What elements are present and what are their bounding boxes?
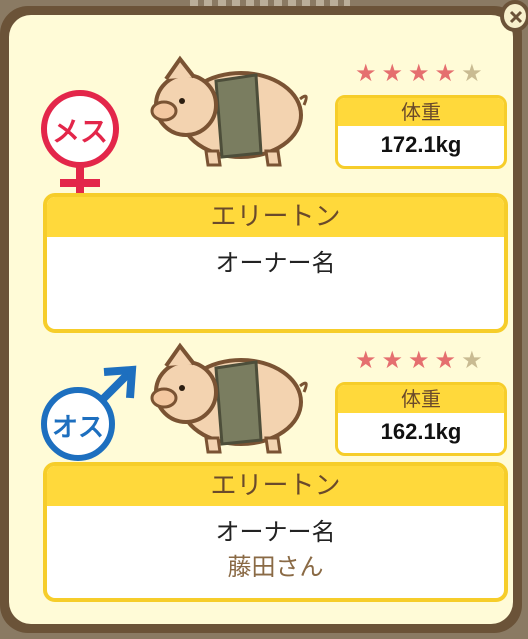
weight-label: 体重 xyxy=(338,98,504,126)
weight-box: 体重 162.1kg xyxy=(335,382,507,456)
close-icon xyxy=(509,10,523,24)
weight-box: 体重 172.1kg xyxy=(335,95,507,169)
close-button[interactable] xyxy=(500,0,528,32)
star-icon: ★ xyxy=(408,346,430,374)
weight-value: 162.1kg xyxy=(380,419,462,444)
star-icon: ★ xyxy=(381,59,404,87)
weight-value: 172.1kg xyxy=(380,132,462,157)
star-icon: ★ xyxy=(434,59,457,87)
female-gender-icon: メス xyxy=(40,89,140,197)
pig-illustration xyxy=(146,53,316,173)
owner-label: オーナー名 xyxy=(215,518,336,546)
star-icon: ★ xyxy=(381,346,404,374)
male-gender-icon: オス xyxy=(38,364,138,464)
rating-stars: ★ ★ ★ ★ ★ xyxy=(355,61,483,85)
pig-detail-panel: メス ★ ★ ★ ★ ★ 体重 172.1kg エリートン オーナー名 オス ★… xyxy=(0,6,522,633)
star-icon: ★ xyxy=(355,346,377,374)
star-icon: ★ xyxy=(461,346,483,374)
star-icon: ★ xyxy=(408,59,430,87)
star-icon: ★ xyxy=(461,59,483,87)
star-icon: ★ xyxy=(434,346,457,374)
pig-info-card: エリートン オーナー名 xyxy=(43,193,508,333)
pig-name: エリートン xyxy=(47,466,504,506)
owner-label: オーナー名 xyxy=(215,249,336,277)
pig-info-card: エリートン オーナー名 藤田さん xyxy=(43,462,508,602)
panel-body: メス ★ ★ ★ ★ ★ 体重 172.1kg エリートン オーナー名 オス ★… xyxy=(9,15,513,624)
male-gender-label: オス xyxy=(52,413,104,443)
pig-illustration xyxy=(146,340,316,460)
pig-entry-male: オス ★ ★ ★ ★ ★ 体重 162.1kg エリートン オーナー名 藤田さん xyxy=(0,334,528,634)
star-icon: ★ xyxy=(355,59,377,87)
pig-name: エリートン xyxy=(47,197,504,237)
weight-label: 体重 xyxy=(338,385,504,413)
rating-stars: ★ ★ ★ ★ ★ xyxy=(355,348,483,372)
owner-name: 藤田さん xyxy=(227,553,324,581)
female-gender-label: メス xyxy=(52,115,108,148)
pig-entry-female: メス ★ ★ ★ ★ ★ 体重 172.1kg エリートン オーナー名 xyxy=(0,49,528,349)
